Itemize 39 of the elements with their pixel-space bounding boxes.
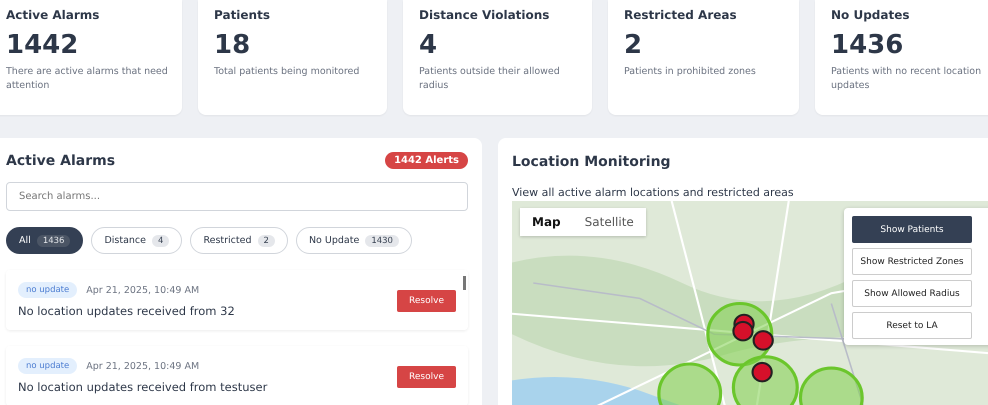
filter-tab[interactable]: No Update 1430: [296, 227, 412, 254]
alarm-message: No location updates received from 32: [18, 304, 235, 318]
map-type-tab[interactable]: Map: [520, 208, 573, 236]
map-control-button[interactable]: Reset to LA: [852, 312, 972, 339]
alarm-message: No location updates received from testuser: [18, 380, 268, 394]
stat-note: Total patients being monitored: [214, 65, 360, 79]
filter-tab[interactable]: All 1436: [6, 227, 84, 254]
stat-title: Distance Violations: [419, 8, 550, 22]
filter-tab[interactable]: Distance 4: [91, 227, 182, 254]
stat-value: 4: [419, 30, 438, 60]
stat-note: Patients outside their allowed radius: [419, 65, 561, 93]
alarm-time: Apr 21, 2025, 10:49 AM: [86, 284, 200, 296]
panel-title: Location Monitoring: [512, 154, 672, 170]
alarm-time: Apr 21, 2025, 10:49 AM: [86, 360, 200, 372]
panel-title: Active Alarms: [6, 152, 116, 168]
resolve-button[interactable]: Resolve: [397, 366, 456, 388]
status-tag: no update: [18, 282, 78, 298]
map-control-button[interactable]: Show Patients: [852, 216, 972, 243]
map-control-button[interactable]: Show Restricted Zones: [852, 248, 972, 275]
scrollbar-thumb[interactable]: [463, 276, 466, 290]
stat-value: 1442: [6, 30, 80, 60]
filter-tab[interactable]: Restricted 2: [190, 227, 288, 254]
stat-title: Active Alarms: [6, 8, 100, 22]
stat-note: There are active alarms that need attention: [6, 65, 169, 93]
stat-value: 1436: [831, 30, 904, 60]
map-type-tab[interactable]: Satellite: [572, 208, 646, 236]
resolve-button[interactable]: Resolve: [397, 290, 456, 312]
map-control-button[interactable]: Show Allowed Radius: [852, 280, 972, 307]
stat-note: Patients in prohibited zones: [624, 65, 757, 79]
panel-subtitle: View all active alarm locations and restricted areas: [512, 186, 795, 199]
stat-title: Restricted Areas: [624, 8, 738, 22]
search-field[interactable]: Search alarms...: [6, 182, 468, 211]
alert-count-badge: 1442 Alerts: [385, 152, 468, 169]
stat-value: 2: [624, 30, 644, 60]
stat-note: Patients with no recent location updates: [831, 65, 982, 93]
stat-title: No Updates: [831, 8, 911, 22]
stat-title: Patients: [214, 8, 271, 22]
stat-value: 18: [214, 30, 252, 60]
status-tag: no update: [18, 358, 78, 374]
